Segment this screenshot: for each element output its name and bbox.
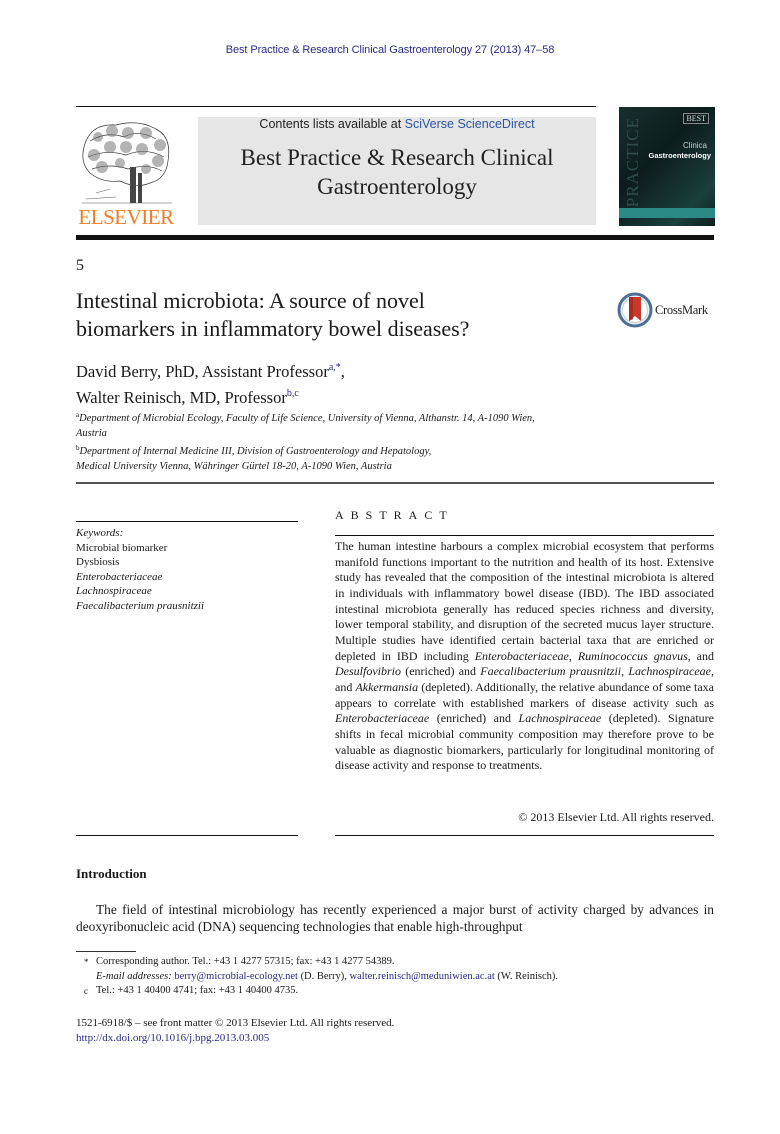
abstract-text-run: The human intestine harbours a complex m…	[335, 539, 714, 663]
email-berry-who: (D. Berry),	[297, 970, 350, 982]
abstract-taxon: Akkermansia	[355, 679, 419, 694]
keywords-rule-top	[76, 521, 298, 522]
introduction-heading: Introduction	[76, 866, 147, 881]
affiliation-b: bDepartment of Internal Medicine III, Di…	[76, 441, 716, 459]
keyword-item: Lachnospiraceae	[76, 585, 152, 598]
abstract-rule-bottom	[335, 835, 714, 836]
footnote-corresponding-text: Corresponding author. Tel.: +43 1 4277 5…	[96, 956, 395, 967]
top-rule	[76, 106, 596, 107]
cover-band	[619, 208, 715, 218]
abstract-taxon: Lachnospiraceae	[628, 664, 712, 679]
footnote-c: c Tel.: +43 1 40400 4741; fax: +43 1 404…	[76, 984, 716, 999]
affiliation-a-line2: Austria	[76, 428, 107, 439]
journal-title-line2: Gastroenterology	[317, 174, 477, 199]
author-1-affiliation-link[interactable]: a,*	[329, 362, 341, 373]
article-title: Intestinal microbiota: A source of novel…	[76, 287, 596, 343]
email-reinisch-link[interactable]: walter.reinisch@meduniwien.ac.at	[350, 971, 495, 982]
keyword-item: Enterobacteriaceae	[76, 570, 163, 583]
journal-title-line1: Best Practice & Research Clinical	[240, 145, 554, 170]
abstract-text-run: , and	[687, 648, 714, 663]
keyword-item: Microbial biomarker	[76, 541, 168, 554]
affiliation-b-line1: Department of Internal Medicine III, Div…	[79, 446, 432, 457]
journal-title: Best Practice & Research Clinical Gastro…	[198, 143, 596, 201]
affiliation-rule	[76, 482, 714, 484]
footnote-c-mark: c	[84, 986, 88, 997]
abstract-taxon: Desulfovibrio	[335, 664, 401, 679]
footnote-c-text: Tel.: +43 1 40400 4741; fax: +43 1 40400…	[96, 985, 299, 997]
crossmark-icon	[617, 292, 653, 328]
keywords-box: Keywords: Microbial biomarker Dysbiosis En…	[76, 526, 298, 614]
email-reinisch-who: (W. Reinisch).	[494, 970, 558, 982]
author-2-name: Walter Reinisch, MD, Professor	[76, 388, 287, 407]
author-1-trail: ,	[340, 362, 345, 381]
footnote-emails: E-mail addresses: berry@microbial-ecolog…	[76, 970, 716, 985]
affiliation-b-line2: Medical University Vienna, Währinger Gür…	[76, 461, 392, 472]
keywords-list: Microbial biomarker Dysbiosis Enterobacter…	[76, 541, 298, 614]
keywords-heading: Keywords:	[76, 527, 124, 539]
author-1-name: David Berry, PhD, Assistant Professor	[76, 362, 329, 381]
abstract-taxon: Faecalibacterium prausnitzii	[480, 664, 622, 679]
email-berry-link[interactable]: berry@microbial-ecology.net	[174, 971, 298, 982]
front-matter: 1521-6918/$ – see front matter © 2013 El…	[76, 1016, 394, 1045]
footnote-rule	[76, 951, 136, 952]
abstract-body: The human intestine harbours a complex m…	[335, 539, 714, 774]
contents-line: Contents lists available at SciVerse Sci…	[198, 117, 596, 131]
author-2: Walter Reinisch, MD, Professorb,c	[76, 383, 576, 409]
keywords-rule-bottom	[76, 835, 298, 836]
journal-reference-link[interactable]: Best Practice & Research Clinical Gastro…	[0, 44, 780, 56]
abstract-taxon: Enterobacteriaceae	[474, 648, 569, 663]
affiliations: aDepartment of Microbial Ecology, Facult…	[76, 408, 716, 474]
abstract-taxon: Ruminococcus gnavus	[577, 648, 688, 663]
sciencedirect-link[interactable]: SciVerse ScienceDirect	[405, 117, 535, 131]
affiliation-a: aDepartment of Microbial Ecology, Facult…	[76, 408, 716, 426]
abstract-rule-top	[335, 535, 714, 536]
abstract-copyright: © 2013 Elsevier Ltd. All rights reserved…	[518, 810, 714, 824]
article-title-line1: Intestinal microbiota: A source of novel	[76, 288, 425, 313]
email-label: E-mail addresses:	[96, 970, 172, 982]
issn-line: 1521-6918/$ – see front matter © 2013 El…	[76, 1017, 395, 1029]
abstract-heading: ABSTRACT	[335, 508, 454, 522]
author-list: David Berry, PhD, Assistant Professora,*…	[76, 357, 576, 409]
footnote-star-mark: *	[84, 957, 89, 967]
keyword-item: Dysbiosis	[76, 556, 120, 569]
author-2-affiliation-link[interactable]: b,c	[287, 388, 299, 399]
keyword-item: Faecalibacterium prausnitzii	[76, 599, 205, 612]
journal-cover-image[interactable]: PRACTICE BEST Clinica Gastroenterology	[619, 107, 715, 226]
cover-line1: Clinica	[682, 141, 707, 150]
footnotes: * Corresponding author. Tel.: +43 1 4277…	[76, 955, 716, 999]
crossmark-label: CrossMark	[655, 303, 708, 317]
journal-masthead: Contents lists available at SciVerse Sci…	[198, 117, 596, 225]
header-thick-rule	[76, 235, 714, 240]
abstract-text-run: (enriched) and	[401, 664, 481, 679]
cover-line2: Gastroenterology	[648, 151, 711, 160]
article-number: 5	[76, 257, 84, 274]
introduction-paragraph: The field of intestinal microbiology has…	[76, 902, 714, 934]
crossmark-button[interactable]: CrossMark	[617, 291, 717, 331]
abstract-text-run: (enriched) and	[429, 711, 519, 726]
article-title-line2: biomarkers in inflammatory bowel disease…	[76, 316, 470, 341]
abstract-text-run: ,	[568, 648, 578, 663]
footnote-corresponding: * Corresponding author. Tel.: +43 1 4277…	[76, 955, 716, 970]
abstract-taxon: Enterobacteriaceae	[335, 711, 430, 726]
doi-link[interactable]: http://dx.doi.org/10.1016/j.bpg.2013.03.…	[76, 1032, 269, 1044]
contents-prefix: Contents lists available at	[259, 117, 405, 131]
elsevier-wordmark: ELSEVIER	[78, 205, 174, 229]
author-1: David Berry, PhD, Assistant Professora,*…	[76, 357, 576, 383]
affiliation-a-line1: Department of Microbial Ecology, Faculty…	[79, 413, 535, 424]
cover-vertical-text: PRACTICE	[623, 117, 642, 208]
abstract-taxon: Lachnospiraceae	[518, 711, 602, 726]
cover-badge: BEST	[683, 113, 709, 124]
